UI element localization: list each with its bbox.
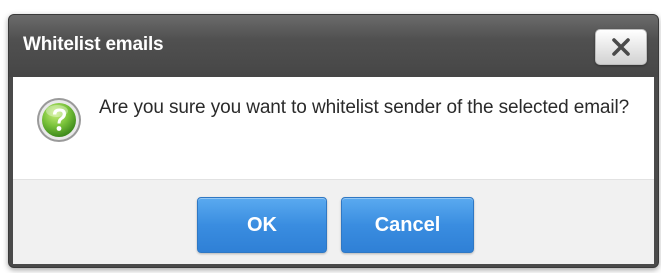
dialog-titlebar: Whitelist emails: [9, 15, 658, 77]
dialog-message: Are you sure you want to whitelist sende…: [99, 97, 630, 118]
close-button[interactable]: [595, 29, 647, 65]
dialog-footer: OK Cancel: [13, 179, 654, 264]
close-icon: [612, 38, 630, 56]
dialog-message-area: Are you sure you want to whitelist sende…: [13, 77, 654, 179]
ok-button[interactable]: OK: [197, 197, 327, 253]
question-help-icon: [37, 98, 81, 142]
whitelist-dialog: Whitelist emails Are you sure you want t…: [8, 14, 659, 268]
cancel-button[interactable]: Cancel: [341, 197, 474, 253]
dialog-title: Whitelist emails: [23, 34, 164, 55]
